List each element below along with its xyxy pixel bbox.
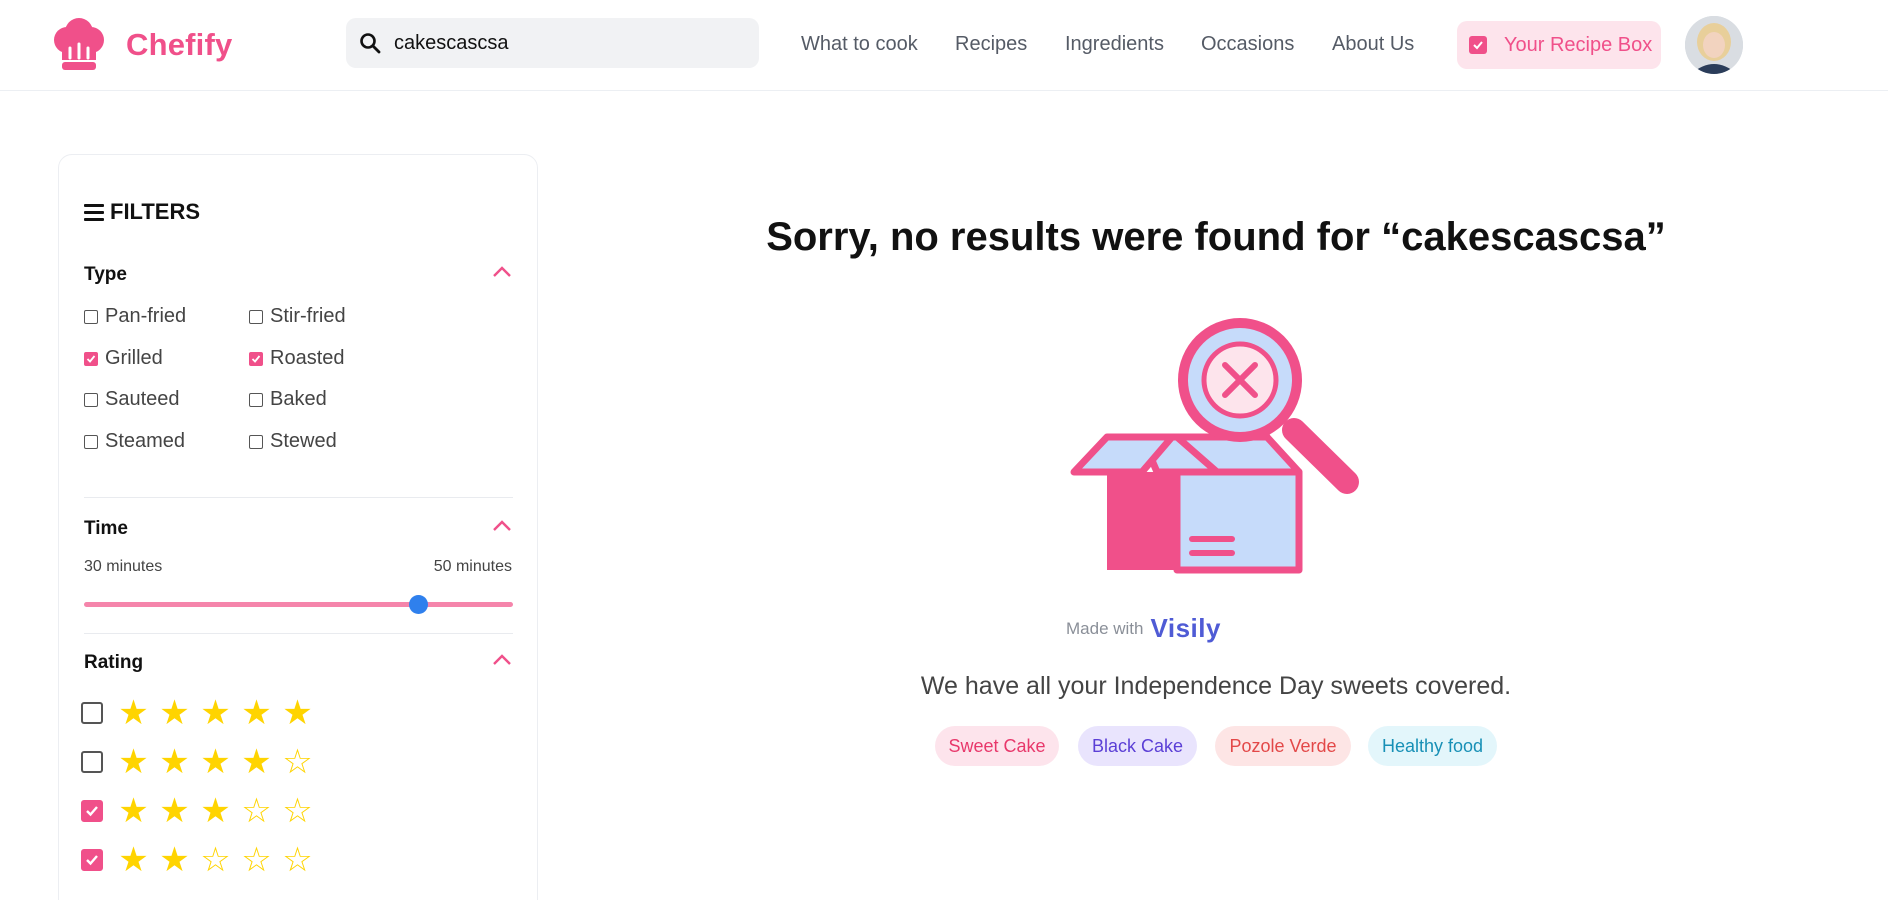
search-bar[interactable] <box>346 18 759 68</box>
option-label: Stewed <box>270 430 337 452</box>
checkbox[interactable] <box>84 392 98 407</box>
type-option-roasted[interactable]: Roasted <box>249 347 345 370</box>
star-outline-icon: ☆ <box>241 840 272 880</box>
checkbox[interactable] <box>84 309 98 324</box>
checkbox[interactable] <box>249 392 263 407</box>
star-filled-icon: ★ <box>200 693 231 733</box>
no-results-headline: Sorry, no results were found for “cakesc… <box>766 215 1666 259</box>
rating-option-5-stars[interactable]: ★ ★ ★ ★ ★ <box>81 696 318 730</box>
chevron-up-icon[interactable] <box>492 520 512 532</box>
star-filled-icon: ★ <box>159 693 190 733</box>
type-option-stir-fried[interactable]: Stir-fried <box>249 305 346 328</box>
checkbox-checked[interactable] <box>249 351 263 366</box>
star-filled-icon: ★ <box>159 840 190 880</box>
checkbox-checked[interactable] <box>81 800 103 822</box>
nav-what-to-cook[interactable]: What to cook <box>801 33 918 56</box>
star-outline-icon: ☆ <box>282 791 313 831</box>
recipe-box-label: Your Recipe Box <box>1504 33 1653 56</box>
made-with-badge: Made with Visily <box>1066 613 1221 644</box>
type-option-grilled[interactable]: Grilled <box>84 347 163 370</box>
option-label: Roasted <box>270 347 345 369</box>
rating-option-2-stars[interactable]: ★ ★ ☆ ☆ ☆ <box>81 843 318 877</box>
avatar-image <box>1685 16 1743 74</box>
logo[interactable]: Chefify <box>50 16 232 74</box>
star-filled-icon: ★ <box>118 693 149 733</box>
rating-option-3-stars[interactable]: ★ ★ ★ ☆ ☆ <box>81 794 318 828</box>
divider <box>84 633 513 634</box>
checkbox-checked[interactable] <box>81 849 103 871</box>
checkbox[interactable] <box>84 434 98 449</box>
star-filled-icon: ★ <box>282 693 313 733</box>
nav-occasions[interactable]: Occasions <box>1201 33 1294 56</box>
rating-option-4-stars[interactable]: ★ ★ ★ ★ ☆ <box>81 745 318 779</box>
checkbox-checked[interactable] <box>84 351 98 366</box>
rating-section-title: Rating <box>84 652 144 673</box>
option-label: Stir-fried <box>270 305 346 327</box>
time-slider-track[interactable] <box>84 602 513 607</box>
checkbox[interactable] <box>81 751 103 773</box>
filters-title: FILTERS <box>110 199 201 224</box>
type-option-pan-fried[interactable]: Pan-fried <box>84 305 186 328</box>
type-option-steamed[interactable]: Steamed <box>84 430 185 453</box>
star-outline-icon: ☆ <box>200 840 231 880</box>
option-label: Grilled <box>105 347 163 369</box>
divider <box>84 497 513 498</box>
option-label: Sauteed <box>105 388 180 410</box>
recipe-box-button[interactable]: Your Recipe Box <box>1457 21 1661 69</box>
type-option-sauteed[interactable]: Sauteed <box>84 388 180 411</box>
tag-healthy-food[interactable]: Healthy food <box>1368 726 1497 766</box>
checkbox[interactable] <box>81 702 103 724</box>
chef-hat-icon <box>54 18 104 70</box>
type-option-stewed[interactable]: Stewed <box>249 430 337 453</box>
tag-sweet-cake[interactable]: Sweet Cake <box>935 726 1059 766</box>
search-icon <box>360 33 381 54</box>
empty-box-magnifier-illustration <box>1070 318 1359 574</box>
nav-ingredients[interactable]: Ingredients <box>1065 33 1164 56</box>
nav-about-us[interactable]: About Us <box>1332 33 1414 56</box>
star-filled-icon: ★ <box>118 840 149 880</box>
tag-black-cake[interactable]: Black Cake <box>1078 726 1197 766</box>
option-label: Pan-fried <box>105 305 187 327</box>
visily-logo: Visily <box>1150 613 1221 643</box>
chevron-up-icon[interactable] <box>492 266 512 278</box>
time-section-title: Time <box>84 518 129 539</box>
option-label: Steamed <box>105 430 186 452</box>
type-section-title: Type <box>84 264 127 285</box>
search-input[interactable] <box>394 31 754 55</box>
star-filled-icon: ★ <box>118 791 149 831</box>
star-filled-icon: ★ <box>159 742 190 782</box>
filters-panel: FILTERS Type Pan-fried Stir-fried Grille… <box>58 154 538 900</box>
type-option-baked[interactable]: Baked <box>249 388 327 411</box>
star-filled-icon: ★ <box>200 791 231 831</box>
nav-recipes[interactable]: Recipes <box>955 33 1027 56</box>
recipe-box-checkbox-icon <box>1469 36 1487 54</box>
star-outline-icon: ☆ <box>282 742 313 782</box>
avatar[interactable] <box>1685 16 1743 74</box>
star-filled-icon: ★ <box>118 742 149 782</box>
time-max-label: 50 minutes <box>433 558 512 575</box>
filters-heading: FILTERS <box>84 199 200 225</box>
made-with-text: Made with <box>1066 618 1144 638</box>
header: Chefify What to cook Recipes Ingredients… <box>0 0 1888 91</box>
checkbox[interactable] <box>249 309 263 324</box>
star-outline-icon: ☆ <box>241 791 272 831</box>
checkbox[interactable] <box>249 434 263 449</box>
star-filled-icon: ★ <box>159 791 190 831</box>
time-slider-thumb[interactable] <box>409 595 429 614</box>
suggestion-text: We have all your Independence Day sweets… <box>920 672 1512 700</box>
star-outline-icon: ☆ <box>282 840 313 880</box>
option-label: Baked <box>270 388 327 410</box>
app-name: Chefify <box>126 27 233 62</box>
star-filled-icon: ★ <box>241 742 272 782</box>
time-min-label: 30 minutes <box>84 558 163 575</box>
chevron-up-icon[interactable] <box>492 654 512 666</box>
tag-pozole-verde[interactable]: Pozole Verde <box>1215 726 1351 766</box>
star-filled-icon: ★ <box>200 742 231 782</box>
menu-icon <box>84 203 104 221</box>
star-filled-icon: ★ <box>241 693 272 733</box>
